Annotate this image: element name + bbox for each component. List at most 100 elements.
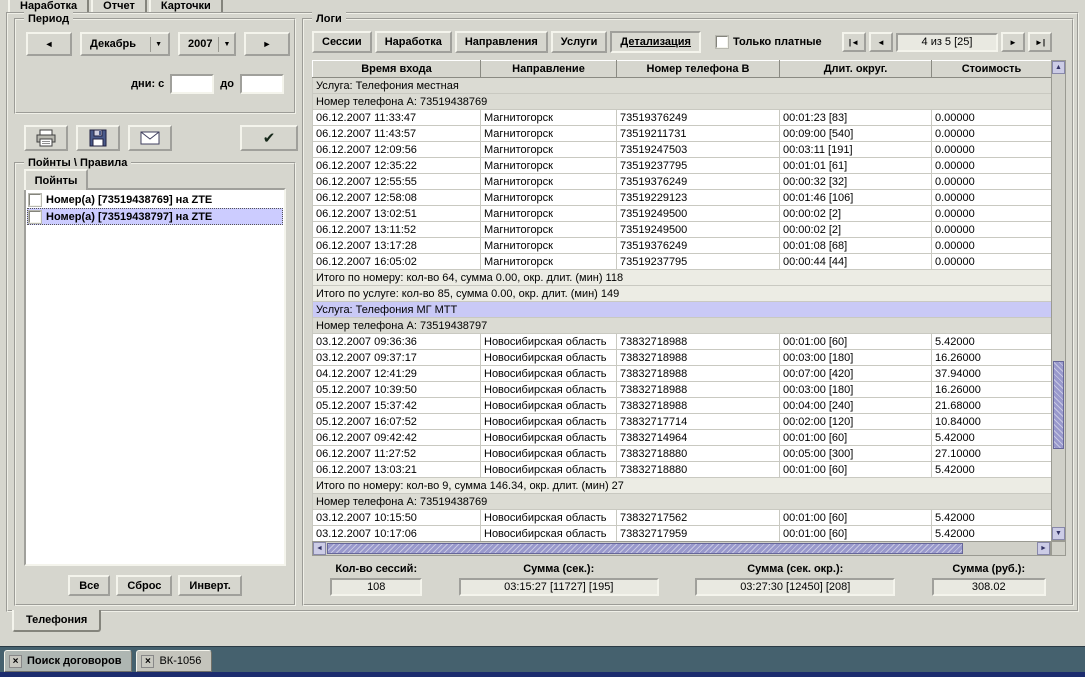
- column-header[interactable]: Стоимость: [932, 61, 1052, 78]
- points-list-item[interactable]: Номер(а) [73519438769] на ZTE: [27, 191, 283, 208]
- log-cell: 00:00:02 [2]: [780, 206, 932, 222]
- log-row[interactable]: 06.12.2007 11:33:47Магнитогорск735193762…: [313, 110, 1052, 126]
- window-tab-2[interactable]: ×ВК-1056: [136, 650, 212, 672]
- first-page-button[interactable]: |◄: [842, 32, 866, 52]
- tab-points[interactable]: Пойнты: [24, 169, 88, 190]
- group-row[interactable]: Номер телефона А: 73519438769: [313, 494, 1052, 510]
- vertical-scrollbar[interactable]: ▲ ▼: [1051, 60, 1066, 541]
- window-tab-1[interactable]: ×Поиск договоров: [4, 650, 132, 672]
- day-to-input[interactable]: [240, 74, 284, 94]
- log-row[interactable]: 06.12.2007 13:17:28Магнитогорск735193762…: [313, 238, 1052, 254]
- log-cell: 37.94000: [932, 366, 1052, 382]
- log-row[interactable]: 06.12.2007 13:02:51Магнитогорск735192495…: [313, 206, 1052, 222]
- column-header[interactable]: Время входа: [313, 61, 481, 78]
- total-value: 03:15:27 [11727] [195]: [459, 578, 659, 596]
- group-row[interactable]: Услуга: Телефония местная: [313, 78, 1052, 94]
- clear-selection-button[interactable]: Сброс: [116, 575, 172, 596]
- log-row[interactable]: 05.12.2007 16:07:52Новосибирская область…: [313, 414, 1052, 430]
- horizontal-scrollbar[interactable]: ◄ ►: [312, 541, 1051, 556]
- log-row[interactable]: 06.12.2007 13:11:52Магнитогорск735192495…: [313, 222, 1052, 238]
- log-cell: 04.12.2007 12:41:29: [313, 366, 481, 382]
- month-select[interactable]: Декабрь ▼: [80, 32, 170, 56]
- last-page-button[interactable]: ►|: [1028, 32, 1052, 52]
- log-row[interactable]: 06.12.2007 12:58:08Магнитогорск735192291…: [313, 190, 1052, 206]
- logs-view-tab-4[interactable]: Услуги: [551, 31, 608, 53]
- log-row[interactable]: 06.12.2007 16:05:02Магнитогорск735192377…: [313, 254, 1052, 270]
- top-tab-1[interactable]: Наработка: [8, 0, 89, 12]
- log-cell: 10.84000: [932, 414, 1052, 430]
- email-button[interactable]: [128, 125, 172, 151]
- select-all-button[interactable]: Все: [68, 575, 110, 596]
- scroll-right-icon[interactable]: ►: [1037, 542, 1050, 555]
- scroll-down-icon[interactable]: ▼: [1052, 527, 1065, 540]
- log-cell: Новосибирская область: [481, 334, 617, 350]
- log-row[interactable]: 06.12.2007 12:09:56Магнитогорск735192475…: [313, 142, 1052, 158]
- next-month-button[interactable]: ►: [244, 32, 290, 56]
- year-select[interactable]: 2007 ▼: [178, 32, 236, 56]
- log-row[interactable]: 06.12.2007 13:03:21Новосибирская область…: [313, 462, 1052, 478]
- log-cell: 00:07:00 [420]: [780, 366, 932, 382]
- vertical-scroll-thumb[interactable]: [1053, 361, 1064, 449]
- points-list-item[interactable]: Номер(а) [73519438797] на ZTE: [27, 208, 283, 225]
- invert-selection-button[interactable]: Инверт.: [178, 575, 241, 596]
- logs-view-tab-2[interactable]: Наработка: [375, 31, 452, 53]
- log-cell: 0.00000: [932, 190, 1052, 206]
- prev-month-button[interactable]: ◄: [26, 32, 72, 56]
- column-header[interactable]: Длит. округ.: [780, 61, 932, 78]
- log-cell: Новосибирская область: [481, 350, 617, 366]
- highlight-row[interactable]: Услуга: Телефония МГ МТТ: [313, 302, 1052, 318]
- apply-button[interactable]: ✔: [240, 125, 298, 151]
- log-cell: Магнитогорск: [481, 174, 617, 190]
- only-paid-checkbox[interactable]: [716, 36, 728, 48]
- log-cell: 0.00000: [932, 238, 1052, 254]
- log-row[interactable]: 03.12.2007 10:15:50Новосибирская область…: [313, 510, 1052, 526]
- log-cell: Магнитогорск: [481, 126, 617, 142]
- summary-row[interactable]: Итого по услуге: кол-во 85, сумма 0.00, …: [313, 286, 1052, 302]
- log-cell: 03.12.2007 09:36:36: [313, 334, 481, 350]
- chevron-down-icon: ▼: [150, 37, 166, 52]
- top-tab-2[interactable]: Отчет: [91, 0, 147, 12]
- day-from-input[interactable]: [170, 74, 214, 94]
- group-row[interactable]: Номер телефона А: 73519438797: [313, 318, 1052, 334]
- column-header[interactable]: Направление: [481, 61, 617, 78]
- log-cell: 06.12.2007 11:33:47: [313, 110, 481, 126]
- log-row[interactable]: 05.12.2007 10:39:50Новосибирская область…: [313, 382, 1052, 398]
- log-row[interactable]: 06.12.2007 12:55:55Магнитогорск735193762…: [313, 174, 1052, 190]
- scroll-left-icon[interactable]: ◄: [313, 542, 326, 555]
- save-button[interactable]: [76, 125, 120, 151]
- log-cell: 73832718988: [617, 366, 780, 382]
- row-label: Номер телефона А: 73519438769: [313, 94, 1052, 110]
- log-row[interactable]: 06.12.2007 09:42:42Новосибирская область…: [313, 430, 1052, 446]
- item-checkbox[interactable]: [29, 211, 41, 223]
- logs-view-tab-1[interactable]: Сессии: [312, 31, 372, 53]
- close-icon[interactable]: ×: [9, 655, 22, 668]
- column-header[interactable]: Номер телефона В: [617, 61, 780, 78]
- group-row[interactable]: Номер телефона А: 73519438769: [313, 94, 1052, 110]
- summary-row[interactable]: Итого по номеру: кол-во 64, сумма 0.00, …: [313, 270, 1052, 286]
- log-row[interactable]: 05.12.2007 15:37:42Новосибирская область…: [313, 398, 1052, 414]
- tab-telefonia[interactable]: Телефония: [12, 610, 101, 632]
- log-row[interactable]: 03.12.2007 09:36:36Новосибирская область…: [313, 334, 1052, 350]
- prev-page-button[interactable]: ◄: [869, 32, 893, 52]
- year-value: 2007: [188, 38, 212, 50]
- log-row[interactable]: 06.12.2007 12:35:22Магнитогорск735192377…: [313, 158, 1052, 174]
- close-icon[interactable]: ×: [141, 655, 154, 668]
- log-row[interactable]: 06.12.2007 11:27:52Новосибирская область…: [313, 446, 1052, 462]
- log-cell: 16.26000: [932, 350, 1052, 366]
- horizontal-scroll-thumb[interactable]: [327, 543, 963, 554]
- top-tab-3[interactable]: Карточки: [149, 0, 223, 12]
- print-button[interactable]: [24, 125, 68, 151]
- log-row[interactable]: 03.12.2007 09:37:17Новосибирская область…: [313, 350, 1052, 366]
- log-row[interactable]: 03.12.2007 10:17:06Новосибирская область…: [313, 526, 1052, 542]
- log-row[interactable]: 04.12.2007 12:41:29Новосибирская область…: [313, 366, 1052, 382]
- scroll-up-icon[interactable]: ▲: [1052, 61, 1065, 74]
- next-page-button[interactable]: ►: [1001, 32, 1025, 52]
- days-range: дни: с до: [131, 74, 284, 94]
- month-value: Декабрь: [90, 38, 136, 50]
- logs-view-tab-5[interactable]: Детализация: [610, 31, 701, 53]
- logs-view-tab-3[interactable]: Направления: [455, 31, 548, 53]
- log-cell: 73519376249: [617, 110, 780, 126]
- summary-row[interactable]: Итого по номеру: кол-во 9, сумма 146.34,…: [313, 478, 1052, 494]
- item-checkbox[interactable]: [29, 194, 41, 206]
- log-row[interactable]: 06.12.2007 11:43:57Магнитогорск735192117…: [313, 126, 1052, 142]
